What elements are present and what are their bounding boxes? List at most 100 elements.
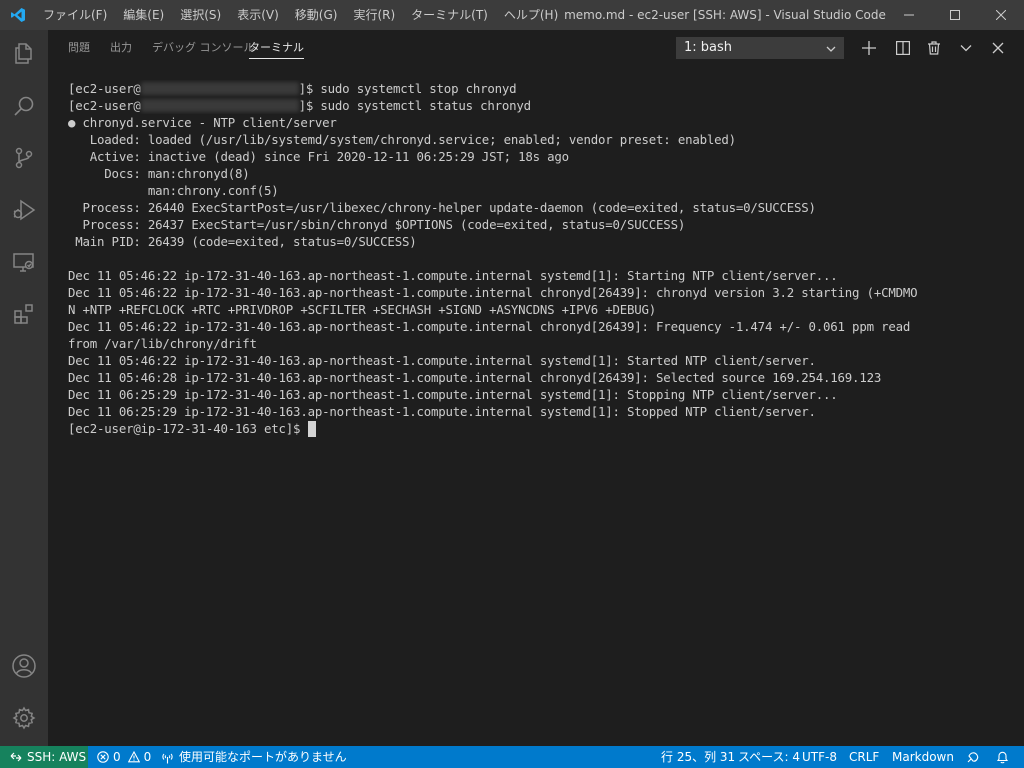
warning-count: 0 (143, 750, 152, 764)
title-bar: ファイル(F) 編集(E) 選択(S) 表示(V) 移動(G) 実行(R) ター… (0, 0, 1024, 30)
terminal-text: N +NTP +REFCLOCK +RTC +PRIVDROP +SCFILTE… (68, 302, 657, 317)
encoding-setting[interactable]: UTF-8 (802, 746, 837, 768)
terminal-text: Dec 11 05:46:22 ip-172-31-40-163.ap-nort… (68, 353, 816, 368)
menu-bar: ファイル(F) 編集(E) 選択(S) 表示(V) 移動(G) 実行(R) ター… (35, 0, 566, 30)
terminal-line: Process: 26437 ExecStart=/usr/sbin/chron… (68, 216, 1008, 233)
tab-debug-console[interactable]: デバッグ コンソール (152, 30, 255, 65)
eol-setting[interactable]: CRLF (849, 746, 879, 768)
terminal-text: Dec 11 05:46:22 ip-172-31-40-163.ap-nort… (68, 268, 838, 283)
split-terminal-button[interactable] (893, 38, 913, 58)
tab-problems[interactable]: 問題 (68, 30, 90, 65)
terminal-line: Dec 11 05:46:22 ip-172-31-40-163.ap-nort… (68, 267, 1008, 284)
run-debug-icon[interactable] (0, 186, 48, 234)
terminal-text: Dec 11 05:46:22 ip-172-31-40-163.ap-nort… (68, 285, 918, 300)
terminal-prompt: [ec2-user@ip-172-31-40-163 etc]$ (68, 421, 308, 436)
redacted-hostname (140, 99, 299, 112)
terminal-line: [ec2-user@ ]$ sudo systemctl status chron… (68, 97, 1008, 114)
terminal-line: ● chronyd.service - NTP client/server (68, 114, 1008, 131)
tab-output[interactable]: 出力 (110, 30, 132, 65)
ports-label: 使用可能なポートがありません (179, 750, 347, 764)
vscode-logo-icon (0, 0, 35, 30)
terminal-text: ● chronyd.service - NTP client/server (68, 115, 337, 130)
terminal-prompt-line[interactable]: [ec2-user@ip-172-31-40-163 etc]$ (68, 420, 1008, 437)
menu-selection[interactable]: 選択(S) (172, 0, 229, 30)
terminal-output[interactable]: [ec2-user@ ]$ sudo systemctl stop chronyd… (68, 80, 1008, 437)
tab-terminal[interactable]: ターミナル (249, 30, 304, 65)
menu-edit[interactable]: 編集(E) (115, 0, 172, 30)
terminal-selector[interactable]: 1: bash (676, 37, 844, 59)
warning-icon (127, 751, 140, 763)
prompt-prefix: [ec2-user@ (68, 98, 141, 113)
terminal-text: Dec 11 06:25:29 ip-172-31-40-163.ap-nort… (68, 404, 816, 419)
prompt-command: ]$ sudo systemctl status chronyd (298, 98, 532, 113)
terminal-text: Dec 11 06:25:29 ip-172-31-40-163.ap-nort… (68, 387, 838, 402)
terminal-line: Main PID: 26439 (code=exited, status=0/S… (68, 233, 1008, 250)
error-icon (97, 751, 109, 763)
terminal-text: Process: 26440 ExecStartPost=/usr/libexe… (68, 200, 816, 215)
notifications-bell-icon[interactable] (996, 746, 1009, 768)
terminal-text: Main PID: 26439 (code=exited, status=0/S… (68, 234, 417, 249)
feedback-icon[interactable] (966, 746, 980, 768)
remote-indicator[interactable]: SSH: AWS (0, 746, 88, 768)
status-bar: SSH: AWS 0 0 使用可能なポートがありません 行 25、列 31 スペ… (0, 746, 1024, 768)
minimize-button[interactable] (886, 0, 932, 30)
account-icon[interactable] (0, 642, 48, 690)
close-panel-button[interactable] (988, 38, 1008, 58)
remote-explorer-icon[interactable] (0, 238, 48, 286)
terminal-selector-value: 1: bash (684, 40, 733, 55)
menu-file[interactable]: ファイル(F) (35, 0, 115, 30)
kill-terminal-button[interactable] (924, 38, 944, 58)
window-title: memo.md - ec2-user [SSH: AWS] - Visual S… (564, 8, 886, 22)
search-icon[interactable] (0, 82, 48, 130)
terminal-line: Active: inactive (dead) since Fri 2020-1… (68, 148, 1008, 165)
close-window-button[interactable] (978, 0, 1024, 30)
menu-view[interactable]: 表示(V) (229, 0, 287, 30)
remote-icon (10, 752, 22, 762)
extensions-icon[interactable] (0, 290, 48, 338)
terminal-line: Loaded: loaded (/usr/lib/systemd/system/… (68, 131, 1008, 148)
new-terminal-button[interactable] (859, 38, 879, 58)
terminal-line: Dec 11 05:46:22 ip-172-31-40-163.ap-nort… (68, 284, 1008, 301)
indentation-setting[interactable]: スペース: 4 (738, 746, 800, 768)
terminal-text: Active: inactive (dead) since Fri 2020-1… (68, 149, 569, 164)
explorer-icon[interactable] (0, 30, 48, 78)
terminal-text: man:chrony.conf(5) (68, 183, 279, 198)
problems-indicator[interactable]: 0 0 (97, 746, 151, 768)
terminal-line: [ec2-user@ ]$ sudo systemctl stop chronyd (68, 80, 1008, 97)
terminal-cursor (307, 421, 316, 437)
terminal-line: N +NTP +REFCLOCK +RTC +PRIVDROP +SCFILTE… (68, 301, 1008, 318)
terminal-line: Dec 11 05:46:22 ip-172-31-40-163.ap-nort… (68, 352, 1008, 369)
redacted-hostname (140, 82, 299, 95)
terminal-line: Dec 11 06:25:29 ip-172-31-40-163.ap-nort… (68, 403, 1008, 420)
panel-header: 問題 出力 デバッグ コンソール ターミナル 1: bash (48, 30, 1024, 65)
terminal-text: Docs: man:chronyd(8) (68, 166, 250, 181)
terminal-line: Process: 26440 ExecStartPost=/usr/libexe… (68, 199, 1008, 216)
terminal-text: Loaded: loaded (/usr/lib/systemd/system/… (68, 132, 736, 147)
language-mode[interactable]: Markdown (892, 746, 954, 768)
activity-bar (0, 30, 48, 746)
maximize-button[interactable] (932, 0, 978, 30)
cursor-position[interactable]: 行 25、列 31 (661, 746, 735, 768)
prompt-prefix: [ec2-user@ (68, 81, 141, 96)
menu-run[interactable]: 実行(R) (345, 0, 403, 30)
prompt-command: ]$ sudo systemctl stop chronyd (298, 81, 517, 96)
terminal-text: Dec 11 05:46:28 ip-172-31-40-163.ap-nort… (68, 370, 882, 385)
maximize-panel-button[interactable] (956, 38, 976, 58)
ports-indicator[interactable]: 使用可能なポートがありません (161, 746, 347, 768)
remote-label: SSH: AWS (27, 750, 87, 764)
menu-terminal[interactable]: ターミナル(T) (403, 0, 496, 30)
radio-tower-icon (162, 753, 173, 763)
terminal-line: Docs: man:chronyd(8) (68, 165, 1008, 182)
terminal-line: Dec 11 05:46:28 ip-172-31-40-163.ap-nort… (68, 369, 1008, 386)
terminal-text: Process: 26437 ExecStart=/usr/sbin/chron… (68, 217, 686, 232)
error-count: 0 (113, 750, 121, 764)
terminal-line: man:chrony.conf(5) (68, 182, 1008, 199)
settings-gear-icon[interactable] (0, 694, 48, 742)
terminal-text: Dec 11 05:46:22 ip-172-31-40-163.ap-nort… (68, 319, 911, 334)
source-control-icon[interactable] (0, 134, 48, 182)
terminal-line: Dec 11 05:46:22 ip-172-31-40-163.ap-nort… (68, 318, 1008, 335)
terminal-line: Dec 11 06:25:29 ip-172-31-40-163.ap-nort… (68, 386, 1008, 403)
chevron-down-icon (825, 42, 837, 62)
menu-go[interactable]: 移動(G) (287, 0, 346, 30)
